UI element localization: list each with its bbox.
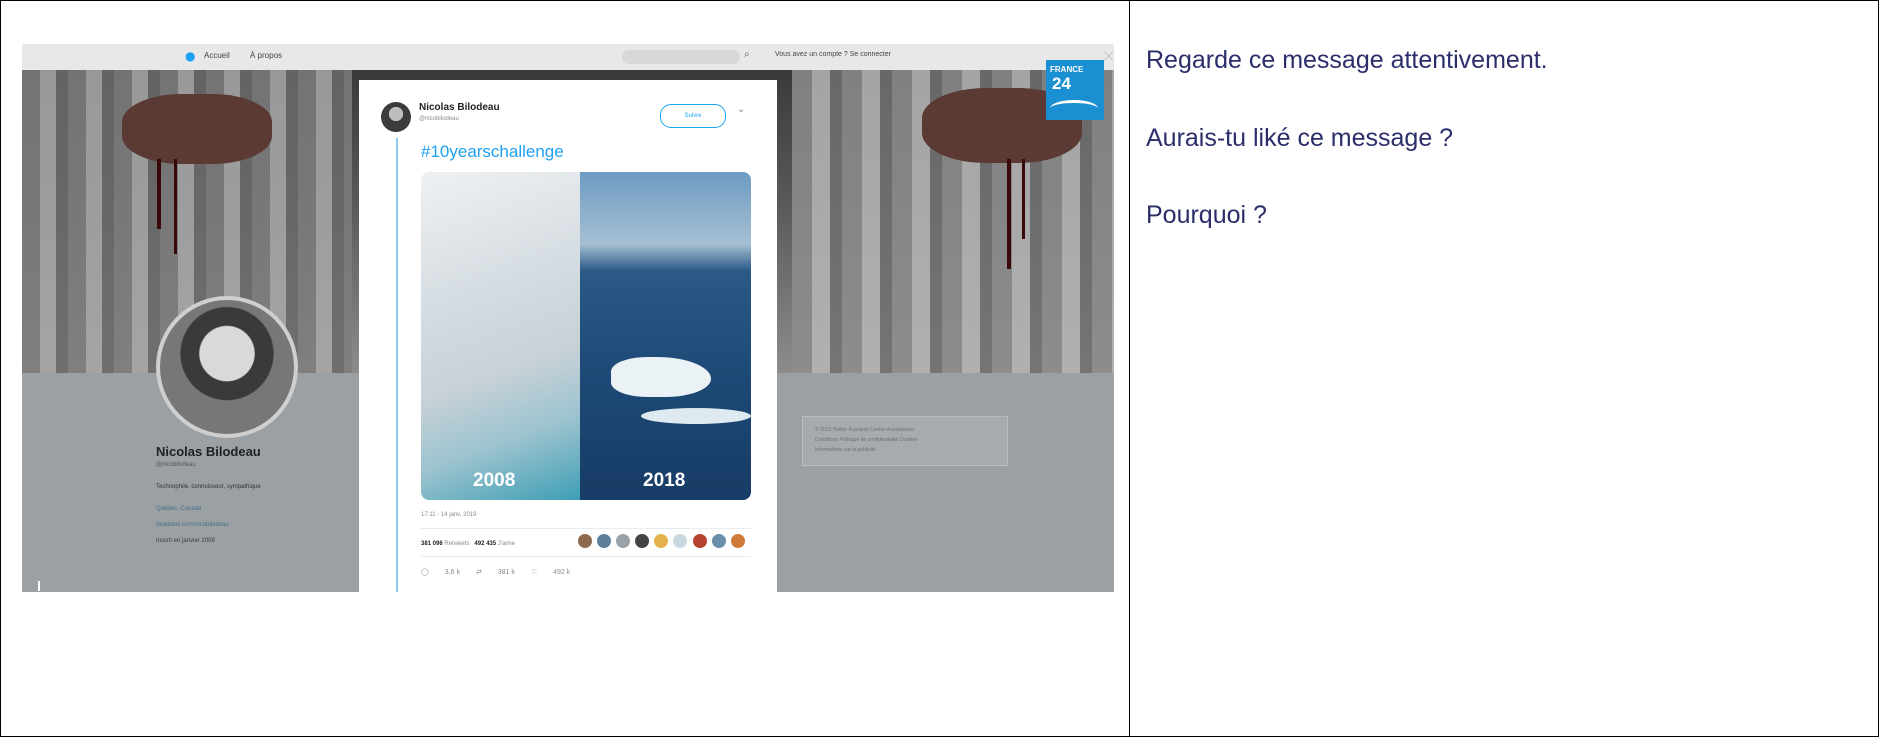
tweet-timestamp: 17:11 - 14 janv. 2019 (421, 512, 477, 518)
avatar (615, 533, 632, 549)
column-divider (1129, 0, 1130, 737)
question-2: Aurais-tu liké ce message ? (1146, 124, 1454, 152)
tweet-author: Nicolas Bilodeau (419, 102, 500, 113)
like-total: 492 435 (474, 541, 497, 547)
retweet-icon[interactable]: ⇄ (476, 569, 482, 576)
banner-hand-left (122, 94, 272, 164)
retweet-total: 381 096 (421, 541, 443, 547)
tweet-avatar (381, 102, 411, 132)
video-player[interactable]: ● Accueil À propos ⌕ Vous avez un compte… (22, 44, 1114, 592)
question-3: Pourquoi ? (1146, 201, 1267, 229)
search-icon: ⌕ (744, 49, 750, 60)
avatar (710, 533, 727, 549)
thread-line (396, 138, 398, 592)
retweets-label: Retweets (444, 541, 470, 547)
logo-wave (1050, 100, 1098, 117)
blood-drip (157, 159, 161, 229)
question-1: Regarde ce message attentivement. (1146, 46, 1548, 74)
blood-drip (174, 159, 177, 254)
profile-joined: Inscrit en janvier 2009 (156, 538, 215, 544)
liker-avatars (577, 533, 746, 551)
twitter-bird-icon: ● (185, 49, 196, 63)
retweet-count: 381 k (497, 569, 515, 576)
twitter-search-input (622, 50, 740, 64)
glacier-2008-image (421, 172, 580, 500)
profile-avatar (156, 296, 298, 438)
follow-button[interactable]: Suivre (660, 104, 726, 128)
profile-name: Nicolas Bilodeau (156, 444, 261, 459)
avatar (596, 533, 613, 549)
avatar (653, 533, 670, 549)
ice-floe (611, 357, 711, 397)
blood-drip (1007, 159, 1011, 269)
video-progress-cursor[interactable] (38, 581, 40, 591)
france24-logo: FRANCE 24 (1046, 60, 1104, 120)
blood-drip (1022, 159, 1025, 239)
like-count: 492 k (553, 569, 571, 576)
likes-label: J'aime (497, 541, 515, 547)
logo-text: FRANCE (1050, 65, 1084, 74)
reply-icon[interactable]: ◯ (421, 569, 429, 576)
tweet-handle: @nicobilodeau (419, 116, 459, 122)
twitter-navbar: ● Accueil À propos ⌕ Vous avez un compte… (22, 44, 1114, 70)
profile-bio: Technophile, connoisseur, sympathique (156, 484, 261, 490)
reply-count: 3,6 k (444, 569, 460, 576)
nav-about: À propos (250, 51, 283, 60)
tweet-media: 2008 2018 (421, 172, 751, 500)
tweet-hashtag: #10yearschallenge (421, 142, 564, 161)
avatar (672, 533, 689, 549)
profile-handle: @nicobilodeau (156, 462, 196, 468)
footer-line: © 2019 Twitter À propos Centre d'assista… (815, 427, 914, 433)
glacier-2018-image (580, 172, 751, 500)
avatar (691, 533, 708, 549)
tweet-actions: ◯ 3,6 k ⇄ 381 k ♡ 492 k (421, 568, 584, 576)
heart-icon[interactable]: ♡ (531, 569, 537, 576)
avatar (577, 533, 593, 549)
year-label-left: 2008 (473, 470, 516, 491)
footer-line: Conditions Politique de confidentialité … (815, 437, 918, 443)
footer-line: Informations sur la publicité (815, 447, 876, 453)
logo-number: 24 (1052, 74, 1071, 93)
year-label-right: 2018 (643, 470, 686, 491)
tweet-card: Nicolas Bilodeau @nicobilodeau Suivre ⌄ … (359, 80, 777, 592)
divider (421, 528, 751, 529)
chevron-down-icon[interactable]: ⌄ (737, 104, 745, 115)
login-prompt: Vous avez un compte ? Se connecter (775, 51, 891, 58)
profile-location: Québec, Canada (156, 506, 202, 512)
tweet-stats: 381 096 Retweets 492 435 J'aime (421, 541, 515, 547)
avatar (729, 533, 746, 549)
profile-link: facebook.com/nicobilodeau (156, 522, 229, 528)
footer-links-box: © 2019 Twitter À propos Centre d'assista… (802, 416, 1008, 466)
ice-floe (641, 408, 751, 424)
avatar (634, 533, 651, 549)
divider (421, 556, 751, 557)
nav-home: Accueil (204, 51, 230, 60)
